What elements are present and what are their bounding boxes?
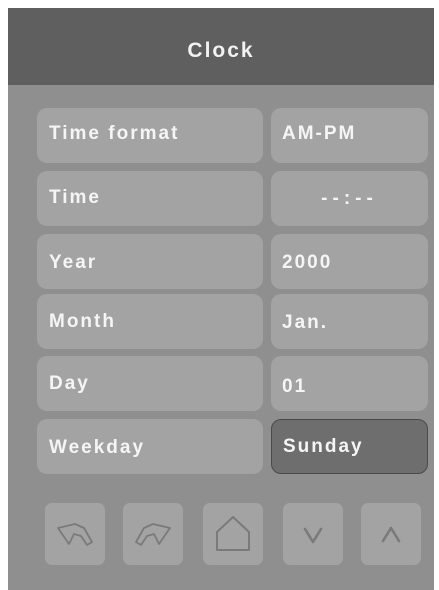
time-format-value: AM-PM bbox=[282, 123, 357, 144]
year-value: 2000 bbox=[282, 252, 333, 273]
day-value: 01 bbox=[282, 376, 308, 397]
day-label-button[interactable]: Day bbox=[37, 356, 263, 411]
year-label: Year bbox=[49, 252, 98, 273]
year-value-button[interactable]: 2000 bbox=[271, 234, 428, 289]
year-label-button[interactable]: Year bbox=[37, 234, 263, 289]
time-label-button[interactable]: Time bbox=[37, 171, 263, 226]
redo-icon bbox=[135, 523, 171, 546]
down-button[interactable] bbox=[283, 503, 343, 565]
weekday-value-button[interactable]: Sunday bbox=[271, 419, 428, 474]
month-label: Month bbox=[49, 311, 116, 332]
home-button[interactable] bbox=[203, 503, 263, 565]
day-value-button[interactable]: 01 bbox=[271, 356, 428, 411]
weekday-label: Weekday bbox=[49, 437, 146, 458]
undo-button[interactable] bbox=[45, 503, 105, 565]
month-label-button[interactable]: Month bbox=[37, 294, 263, 349]
time-value-button[interactable]: --:-- bbox=[271, 171, 428, 226]
home-icon bbox=[216, 516, 250, 551]
month-value: Jan. bbox=[282, 312, 329, 333]
page-title: Clock bbox=[187, 39, 255, 62]
time-label: Time bbox=[49, 187, 102, 208]
weekday-value: Sunday bbox=[283, 436, 364, 457]
undo-icon bbox=[57, 523, 93, 546]
weekday-label-button[interactable]: Weekday bbox=[37, 419, 263, 474]
month-value-button[interactable]: Jan. bbox=[271, 294, 428, 349]
time-value: --:-- bbox=[321, 188, 378, 209]
time-format-label: Time format bbox=[49, 123, 180, 144]
time-format-label-button[interactable]: Time format bbox=[37, 108, 263, 163]
up-button[interactable] bbox=[361, 503, 421, 565]
chevron-up-icon bbox=[381, 526, 401, 543]
day-label: Day bbox=[49, 373, 90, 394]
time-format-value-button[interactable]: AM-PM bbox=[271, 108, 428, 163]
redo-button[interactable] bbox=[123, 503, 183, 565]
chevron-down-icon bbox=[303, 527, 323, 544]
clock-settings-screen: Clock Time format AM-PM Time --:-- Year … bbox=[8, 8, 434, 590]
